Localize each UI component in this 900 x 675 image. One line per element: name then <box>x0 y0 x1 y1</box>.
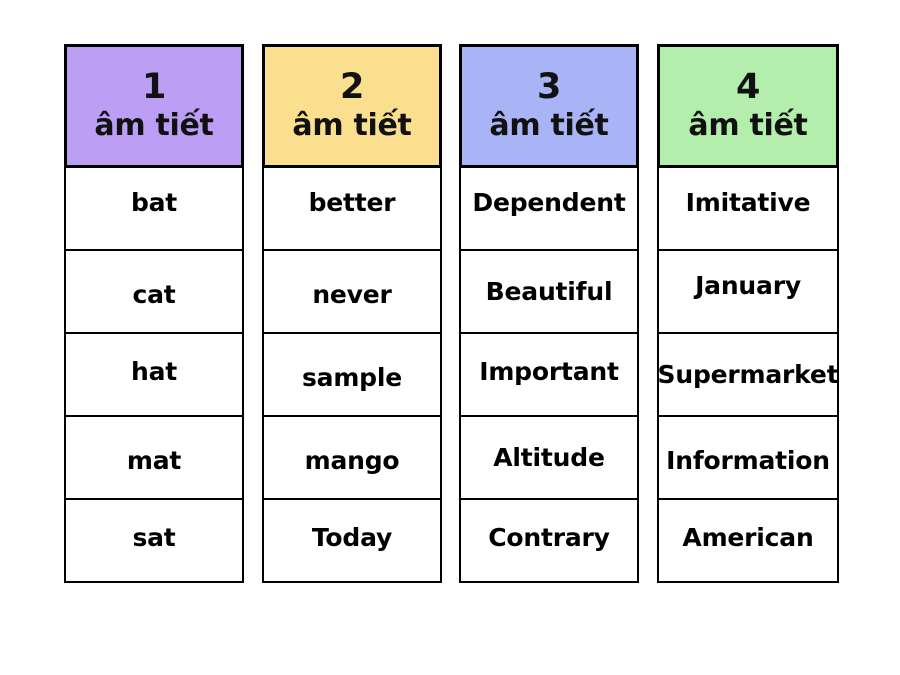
column-2-cells: better never sample mango Today <box>262 166 442 583</box>
column-1-cells: bat cat hat mat sat <box>64 166 244 583</box>
table-cell[interactable]: mango <box>262 415 442 500</box>
table-cell[interactable]: Imitative <box>657 166 839 251</box>
word-text: hat <box>130 356 178 386</box>
word-text: sample <box>301 362 403 392</box>
table-cell[interactable]: sample <box>262 332 442 417</box>
table-cell[interactable]: Dependent <box>459 166 639 251</box>
table-cell[interactable]: bat <box>64 166 244 251</box>
word-text: cat <box>132 279 176 309</box>
word-text: Supermarket <box>657 359 839 389</box>
table-cell[interactable]: Supermarket <box>657 332 839 417</box>
table-cell[interactable]: hat <box>64 332 244 417</box>
word-text: mango <box>304 445 400 475</box>
word-text: bat <box>130 187 178 217</box>
column-4-header: 4 âm tiết <box>657 44 839 168</box>
table-cell[interactable]: Contrary <box>459 498 639 583</box>
syllable-count-table: 1 âm tiết bat cat hat mat sat 2 âm tiết <box>0 0 900 675</box>
column-1-syllable: 1 âm tiết bat cat hat mat sat <box>64 44 244 583</box>
column-2-header: 2 âm tiết <box>262 44 442 168</box>
table-cell[interactable]: better <box>262 166 442 251</box>
column-3-number: 3 <box>536 67 562 107</box>
table-cell[interactable]: Altitude <box>459 415 639 500</box>
word-text: Dependent <box>472 187 626 217</box>
word-text: Imitative <box>685 187 811 217</box>
table-cell[interactable]: Today <box>262 498 442 583</box>
table-cell[interactable]: Important <box>459 332 639 417</box>
word-text: American <box>682 522 814 552</box>
table-cell[interactable]: January <box>657 249 839 334</box>
column-3-cells: Dependent Beautiful Important Altitude C… <box>459 166 639 583</box>
column-3-label: âm tiết <box>489 108 609 143</box>
table-cell[interactable]: cat <box>64 249 244 334</box>
word-text: January <box>695 270 801 300</box>
column-1-header: 1 âm tiết <box>64 44 244 168</box>
column-2-syllable: 2 âm tiết better never sample mango Toda… <box>262 44 442 583</box>
column-3-header: 3 âm tiết <box>459 44 639 168</box>
column-2-label: âm tiết <box>292 108 412 143</box>
word-text: Contrary <box>488 522 610 552</box>
table-cell[interactable]: Information <box>657 415 839 500</box>
word-text: Altitude <box>493 442 605 472</box>
column-1-label: âm tiết <box>94 108 214 143</box>
column-4-label: âm tiết <box>688 108 808 143</box>
word-text: better <box>308 187 396 217</box>
table-cell[interactable]: never <box>262 249 442 334</box>
word-text: Information <box>666 445 830 475</box>
column-4-number: 4 <box>735 67 761 107</box>
word-text: Today <box>311 522 393 552</box>
word-text: Important <box>479 356 619 386</box>
table-cell[interactable]: sat <box>64 498 244 583</box>
word-text: sat <box>132 522 176 552</box>
word-text: never <box>312 279 392 309</box>
column-3-syllable: 3 âm tiết Dependent Beautiful Important … <box>459 44 639 583</box>
table-cell[interactable]: mat <box>64 415 244 500</box>
word-text: mat <box>126 445 182 475</box>
table-cell[interactable]: Beautiful <box>459 249 639 334</box>
column-1-number: 1 <box>141 67 167 107</box>
word-text: Beautiful <box>485 276 613 306</box>
column-2-number: 2 <box>339 67 365 107</box>
column-4-cells: Imitative January Supermarket Informatio… <box>657 166 839 583</box>
column-4-syllable: 4 âm tiết Imitative January Supermarket … <box>657 44 839 583</box>
table-cell[interactable]: American <box>657 498 839 583</box>
